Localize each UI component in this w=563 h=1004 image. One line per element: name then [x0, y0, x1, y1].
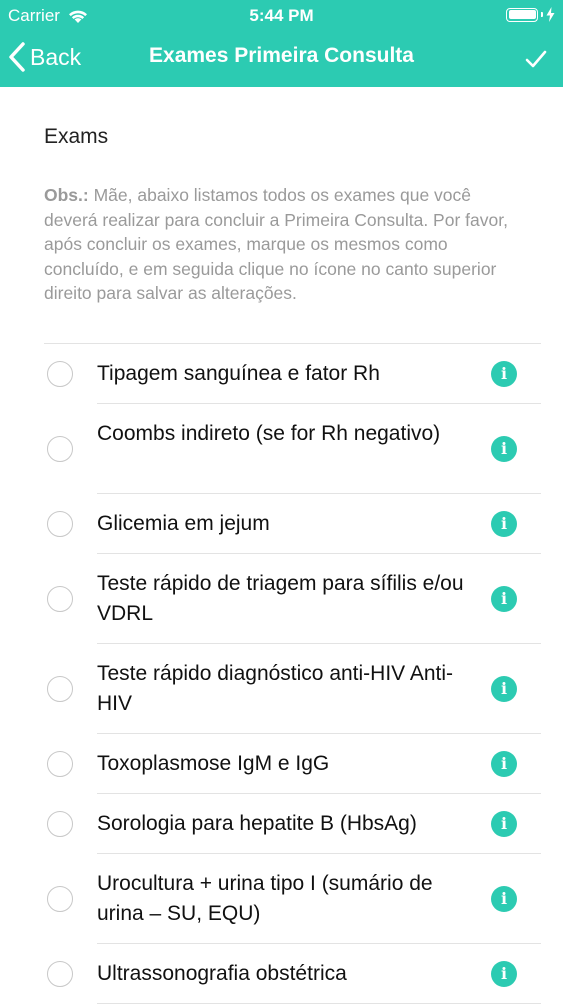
exam-row[interactable]: Toxoplasmose IgM e IgG i — [0, 734, 563, 794]
info-icon[interactable]: i — [491, 361, 517, 387]
checkmark-icon — [525, 50, 547, 68]
radio-unchecked-icon[interactable] — [47, 811, 73, 837]
battery-icon — [506, 7, 538, 22]
radio-unchecked-icon[interactable] — [47, 751, 73, 777]
exam-label: Glicemia em jejum — [97, 512, 270, 535]
status-bar: Carrier 5:44 PM — [0, 0, 563, 30]
battery-indicator — [506, 7, 555, 22]
page-title: Exames Primeira Consulta — [149, 44, 414, 67]
radio-unchecked-icon[interactable] — [47, 361, 73, 387]
exam-label: Tipagem sanguínea e fator Rh — [97, 362, 380, 385]
radio-unchecked-icon[interactable] — [47, 676, 73, 702]
exam-label: Sorologia para hepatite B (HbsAg) — [97, 812, 417, 835]
info-icon[interactable]: i — [491, 811, 517, 837]
exam-row[interactable]: Sorologia para hepatite B (HbsAg) i — [0, 794, 563, 854]
status-time: 5:44 PM — [249, 6, 314, 25]
charging-bolt-icon — [546, 7, 555, 22]
exam-row[interactable]: Tipagem sanguínea e fator Rh i — [0, 344, 563, 404]
observation-text: Mãe, abaixo listamos todos os exames que… — [44, 185, 508, 303]
exam-row[interactable]: Ultrassonografia obstétrica i — [0, 944, 563, 1004]
info-icon[interactable]: i — [491, 511, 517, 537]
exam-row[interactable]: Urocultura + urina tipo I (sumário de ur… — [0, 854, 563, 944]
exam-label: Coombs indireto (se for Rh negativo) — [97, 422, 441, 445]
radio-unchecked-icon[interactable] — [47, 886, 73, 912]
section-title: Exams — [44, 125, 109, 148]
exam-row[interactable]: Teste rápido de triagem para sífilis e/o… — [0, 554, 563, 644]
radio-unchecked-icon[interactable] — [47, 586, 73, 612]
info-icon[interactable]: i — [491, 436, 517, 462]
radio-unchecked-icon[interactable] — [47, 511, 73, 537]
save-checkmark-button[interactable] — [519, 42, 553, 76]
observation-label: Obs.: — [44, 185, 89, 205]
info-icon[interactable]: i — [491, 586, 517, 612]
info-icon[interactable]: i — [491, 961, 517, 987]
exam-label: Toxoplasmose IgM e IgG — [97, 752, 330, 775]
radio-unchecked-icon[interactable] — [47, 436, 73, 462]
exam-row[interactable]: Glicemia em jejum i — [0, 494, 563, 554]
exam-row[interactable]: Teste rápido diagnóstico anti-HIV Anti-H… — [0, 644, 563, 734]
exam-row[interactable]: Coombs indireto (se for Rh negativo) i — [0, 404, 563, 494]
navigation-bar: Back Exames Primeira Consulta — [0, 30, 563, 87]
exam-label: Teste rápido de triagem para sífilis e/o… — [97, 572, 464, 625]
exam-label: Ultrassonografia obstétrica — [97, 962, 347, 985]
info-icon[interactable]: i — [491, 751, 517, 777]
info-icon[interactable]: i — [491, 676, 517, 702]
app-header: Carrier 5:44 PM Back Exames Primeira Con… — [0, 0, 563, 87]
info-icon[interactable]: i — [491, 886, 517, 912]
radio-unchecked-icon[interactable] — [47, 961, 73, 987]
observation-note: Obs.: Mãe, abaixo listamos todos os exam… — [44, 183, 514, 306]
exam-label: Urocultura + urina tipo I (sumário de ur… — [97, 872, 433, 925]
exam-label: Teste rápido diagnóstico anti-HIV Anti-H… — [97, 662, 454, 715]
